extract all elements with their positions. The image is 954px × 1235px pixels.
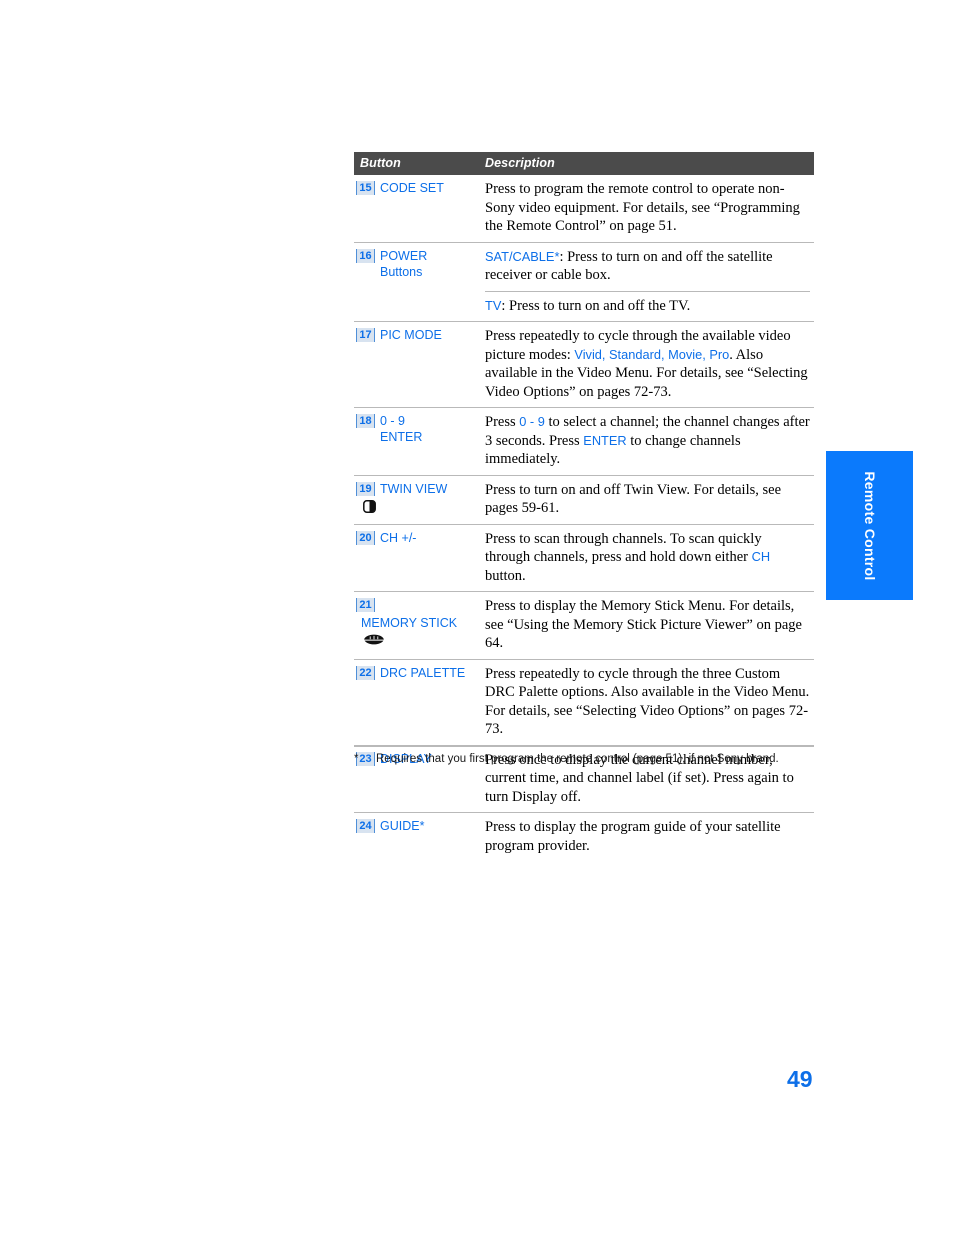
button-label[interactable]: PIC MODE [380,327,442,343]
footnote-marker: * [354,753,359,765]
button-label[interactable]: GUIDE* [380,818,424,834]
table-row: 22 DRC PALETTE Press repeatedly to cycle t… [354,658,814,745]
memory-stick-icon [363,634,385,646]
button-label-group: CH +/- [380,530,416,546]
table-row: 16 POWER Buttons SAT/CABLE* : Press to turn … [354,241,814,322]
button-cell: 15 CODE SET [354,175,478,242]
button-number-badge: 24 [356,819,375,833]
description-subrow: SAT/CABLE*: Press to turn on and off the… [485,248,810,286]
button-label-group: PIC MODE [380,327,442,343]
inline-term: ENTER [583,432,627,448]
footnote-text: Requires that you first program the remo… [376,753,779,765]
description-cell: Press to turn on and off Twin View. For … [478,474,814,524]
description-cell: Press 0 - 9 to select a channel; the cha… [478,407,814,475]
button-cell: 24 GUIDE* [354,812,478,861]
table-header: Button Description [354,152,814,175]
button-cell: 17 PIC MODE [354,321,478,408]
description-text: Press repeatedly to cycle through the av… [485,327,810,401]
button-icon-row [356,499,474,515]
inline-term: 0 - 9 [519,414,545,429]
column-header-button: Button [354,152,478,175]
button-label[interactable]: DRC PALETTE [380,665,465,681]
description-cell: Press repeatedly to cycle through the av… [478,321,814,408]
button-icon-row [356,633,474,649]
button-number-badge: 20 [356,530,375,545]
inline-term: SAT/CABLE* [485,248,560,264]
table-row: 20 CH +/- Press to scan through channels. … [354,523,814,592]
table-row: 21 MEMORY STICK Press to display the Memor… [354,591,814,659]
button-cell: 18 0 - 9 ENTER [354,407,478,475]
table-row: 24 GUIDE* Press to display the program gui… [354,812,814,861]
inline-text: Press to program the remote control to o… [485,181,800,234]
inline-term: TV [485,297,502,313]
description-cell: Press to program the remote control to o… [478,175,814,242]
inline-text: Press to display the program guide of yo… [485,819,781,854]
button-number-badge: 22 [356,665,375,680]
footnote: * Requires that you first program the rem… [354,746,814,767]
button-label-group: MEMORY STICK [361,615,457,631]
button-label[interactable]: POWER [380,248,427,264]
description-text: Press to display the program guide of yo… [485,818,810,855]
column-header-description: Description [478,152,814,175]
table-row: 18 0 - 9 ENTER Press 0 - 9 to select a chan… [354,407,814,475]
button-label-group: GUIDE* [380,818,424,834]
description-cell: SAT/CABLE* : Press to turn on and off the… [478,241,814,322]
button-cell: 16 POWER Buttons [354,241,478,322]
button-number-badge: 21 [356,598,375,612]
button-label-group: TWIN VIEW [380,481,447,497]
inline-term: Vivid, Standard, Movie, Pro [574,346,730,362]
description-text: Press repeatedly to cycle through the th… [485,665,810,739]
description-subrow: TV: Press to turn on and off the TV. [485,290,810,316]
button-label[interactable]: CODE SET [380,180,444,196]
button-label[interactable]: 0 - 9 [380,413,422,429]
button-label-group: 0 - 9 ENTER [380,413,422,445]
inline-text: : Press to turn on and off the TV. [501,297,691,314]
inline-text: button. [485,567,526,584]
inline-text: Press repeatedly to cycle through the th… [485,665,810,738]
description-cell: Press to display the program guide of yo… [478,812,814,861]
section-tab-remote-control: Remote Control [826,451,913,600]
button-label[interactable]: ENTER [380,429,422,445]
button-number-badge: 15 [356,181,375,195]
description-cell: Press repeatedly to cycle through the th… [478,658,814,745]
button-number-badge: 16 [356,248,375,263]
inline-text: Press to scan through channels. To scan … [485,530,762,566]
description-cell: Press to display the Memory Stick Menu. … [478,591,814,659]
inline-text: Press to display the Memory Stick Menu. … [485,598,802,651]
button-number-badge: 18 [356,414,375,428]
button-number-badge: 17 [356,328,375,342]
inline-text: Press [485,414,520,430]
description-text: Press to display the Memory Stick Menu. … [485,597,810,653]
description-text: Press to scan through channels. To scan … [485,530,810,586]
button-label[interactable]: MEMORY STICK [361,615,457,631]
button-label-group: POWER Buttons [380,248,427,280]
button-cell: 21 MEMORY STICK [354,591,478,659]
button-label[interactable]: TWIN VIEW [380,481,447,497]
description-text: Press to turn on and off Twin View. For … [485,481,810,518]
inline-text: Press to turn on and off Twin View. For … [485,481,782,517]
table-row: 17 PIC MODE Press repeatedly to cycle thro… [354,321,814,408]
button-cell: 20 CH +/- [354,523,478,592]
table-header-row: Button Description [354,152,814,175]
page-number: 49 [787,1066,813,1092]
manual-page: Button Description 15 CODE SET Press to pr… [0,0,954,1235]
button-cell: 19 TWIN VIEW [354,474,478,524]
table-row: 15 CODE SET Press to program the remote co… [354,175,814,242]
button-label[interactable]: CH +/- [380,530,416,546]
button-cell: 22 DRC PALETTE [354,658,478,745]
table-row: 19 TWIN VIEW Press to turn on and off Twin… [354,474,814,524]
twin-view-icon [363,499,376,513]
button-label-group: CODE SET [380,180,444,196]
inline-term: CH [751,549,771,564]
button-number-badge: 19 [356,481,375,496]
section-tab-label: Remote Control [861,470,878,581]
button-label-group: DRC PALETTE [380,665,465,681]
button-label[interactable]: Buttons [380,264,427,280]
description-cell: Press to scan through channels. To scan … [478,523,814,592]
description-text: Press 0 - 9 to select a channel; the cha… [485,413,810,469]
description-text: Press to program the remote control to o… [485,180,810,236]
